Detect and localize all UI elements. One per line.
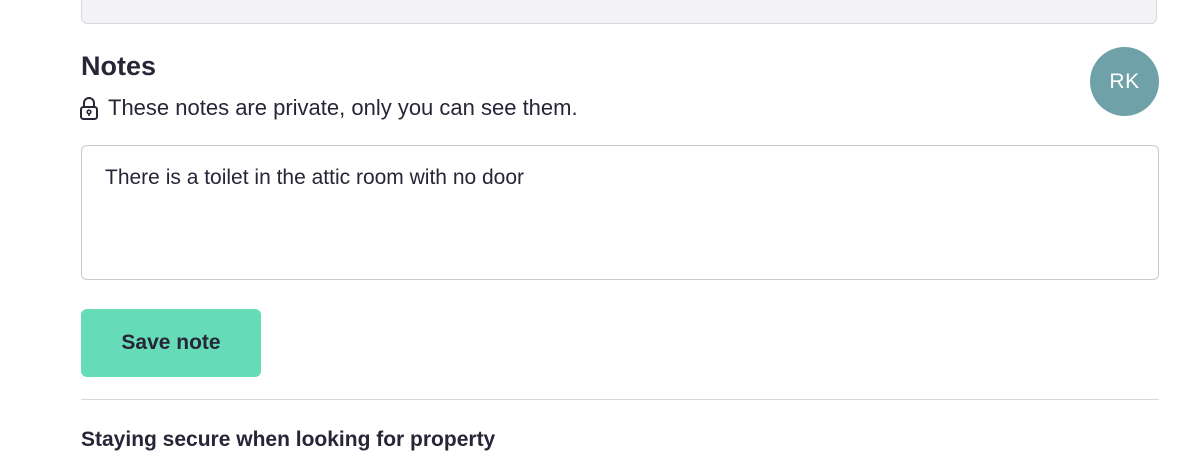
note-text[interactable]: There is a toilet in the attic room with… [105,166,524,189]
note-textarea[interactable]: There is a toilet in the attic room with… [81,145,1159,280]
avatar[interactable]: RK [1090,47,1159,116]
avatar-initials: RK [1109,69,1140,93]
section-divider [81,399,1159,400]
previous-section-box [81,0,1157,24]
lock-icon [79,96,99,120]
notes-page: Notes RK These notes are private, only y… [0,0,1200,459]
notes-title: Notes [81,51,157,81]
privacy-text: These notes are private, only you can se… [108,95,578,120]
privacy-notice: These notes are private, only you can se… [79,93,578,123]
save-note-label: Save note [121,331,221,354]
save-note-button[interactable]: Save note [81,309,261,377]
staying-secure-heading: Staying secure when looking for property [81,428,496,451]
